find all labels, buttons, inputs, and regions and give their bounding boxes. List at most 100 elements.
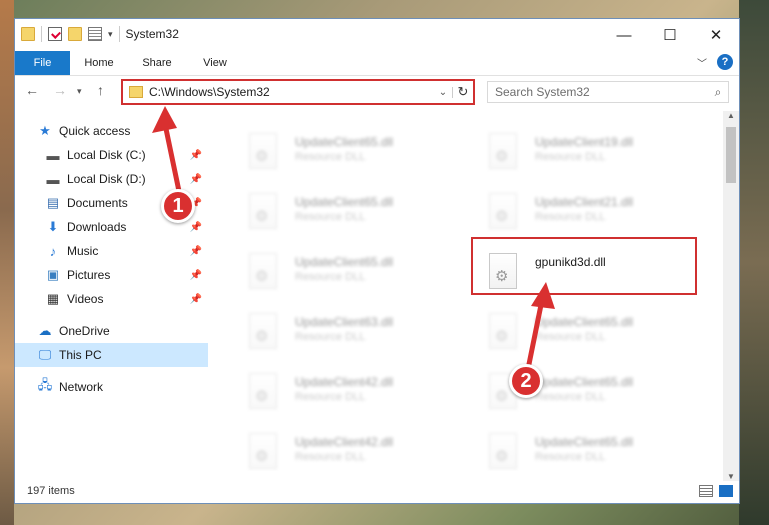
view-toggle (699, 485, 733, 497)
quick-access-toolbar: ▾ System32 (21, 26, 179, 42)
dll-file-icon (249, 433, 277, 469)
file-name: UpdateClient65.dll (295, 135, 394, 149)
search-box[interactable]: Search System32 ⌕ (487, 81, 729, 103)
file-item[interactable]: UpdateClient63.dll Resource DLL (237, 307, 457, 359)
folder-icon (21, 27, 35, 41)
window-controls: — ☐ ✕ (601, 19, 739, 51)
search-placeholder[interactable]: Search System32 (495, 85, 708, 99)
status-bar: 197 items (15, 479, 739, 503)
desktop-background-left (0, 0, 14, 525)
nav-item-music[interactable]: ♪ Music 📌 (45, 239, 208, 263)
dll-file-icon (489, 133, 517, 169)
nav-this-pc[interactable]: 🖵 This PC (15, 343, 208, 367)
scrollbar-thumb[interactable] (726, 127, 736, 183)
tab-file[interactable]: File (15, 51, 70, 75)
properties-icon[interactable] (48, 27, 62, 41)
pin-icon: 📌 (189, 269, 202, 281)
file-type: Resource DLL (295, 151, 366, 163)
nav-item-pictures[interactable]: ▣ Pictures 📌 (45, 263, 208, 287)
file-type: Resource DLL (535, 331, 606, 343)
tab-share[interactable]: Share (127, 51, 187, 75)
expand-ribbon-chevron-icon[interactable]: ﹀ (697, 55, 707, 70)
file-type: Resource DLL (535, 211, 606, 223)
forward-arrow-icon[interactable]: → (53, 82, 67, 98)
file-item[interactable]: UpdateClient65.dll Resource DLL (237, 127, 457, 179)
tab-view[interactable]: View (187, 51, 243, 75)
file-explorer-window: ▾ System32 — ☐ ✕ File Home Share View ﹀ … (14, 18, 740, 504)
customize-toolbar-chevron-icon[interactable]: ▾ (108, 29, 113, 40)
nav-onedrive[interactable]: ☁ OneDrive (37, 319, 208, 343)
refresh-icon[interactable]: ↻ (453, 84, 473, 100)
file-type: Resource DLL (295, 391, 366, 403)
up-arrow-icon[interactable]: ↑ (97, 82, 104, 98)
file-type: Resource DLL (295, 331, 366, 343)
file-name: UpdateClient65.dll (535, 435, 634, 449)
dll-file-icon (489, 433, 517, 469)
file-item[interactable]: UpdateClient65.dll Resource DLL (477, 307, 697, 359)
nav-item-videos[interactable]: ▦ Videos 📌 (45, 287, 208, 311)
nav-item-label: Videos (67, 292, 104, 306)
dll-file-icon (489, 193, 517, 229)
nav-item-local-disk-d[interactable]: ▬ Local Disk (D:) 📌 (45, 167, 208, 191)
address-history-chevron-icon[interactable]: ⌄ (434, 86, 453, 98)
address-path[interactable]: C:\Windows\System32 (149, 85, 434, 99)
videos-icon: ▦ (46, 291, 60, 306)
navigation-pane: ★ Quick access ▬ Local Disk (C:) 📌 ▬ Loc… (15, 111, 211, 471)
nav-item-label: Music (67, 244, 99, 258)
file-type: Resource DLL (295, 271, 366, 283)
address-bar[interactable]: C:\Windows\System32 ⌄ ↻ (121, 79, 475, 105)
file-type: Resource DLL (295, 211, 366, 223)
nav-quick-access[interactable]: ★ Quick access (37, 119, 208, 143)
scroll-up-icon[interactable]: ▲ (723, 111, 739, 120)
pin-icon: 📌 (189, 293, 202, 305)
back-arrow-icon[interactable]: ← (25, 82, 39, 98)
downloads-icon: ⬇ (47, 219, 59, 234)
computer-icon: 🖵 (38, 347, 52, 362)
vertical-scrollbar[interactable]: ▲ ▼ (723, 111, 739, 481)
dll-file-icon (249, 253, 277, 289)
nav-item-local-disk-c[interactable]: ▬ Local Disk (C:) 📌 (45, 143, 208, 167)
file-name: UpdateClient63.dll (295, 315, 394, 329)
pin-icon: 📌 (189, 221, 202, 233)
pin-icon: 📌 (189, 173, 202, 185)
view-icon[interactable] (88, 27, 102, 41)
nav-item-label: This PC (59, 348, 102, 362)
tab-home[interactable]: Home (71, 51, 127, 75)
large-icons-view-icon[interactable] (719, 485, 733, 497)
file-item[interactable]: UpdateClient42.dll Resource DLL (237, 427, 457, 471)
close-button[interactable]: ✕ (693, 19, 739, 51)
recent-locations-chevron-icon[interactable]: ▾ (77, 86, 82, 97)
details-view-icon[interactable] (699, 485, 713, 497)
nav-network[interactable]: 🖧 Network (37, 375, 208, 399)
nav-item-label: Documents (67, 196, 128, 210)
new-folder-icon[interactable] (68, 27, 82, 41)
dll-file-icon (249, 193, 277, 229)
star-icon: ★ (39, 123, 51, 138)
pictures-icon: ▣ (46, 267, 60, 282)
drive-icon: ▬ (46, 171, 60, 187)
file-item[interactable]: UpdateClient21.dll Resource DLL (477, 187, 697, 239)
file-type: Resource DLL (535, 451, 606, 463)
window-title: System32 (125, 27, 179, 41)
item-count: 197 items (27, 485, 75, 497)
file-item[interactable]: UpdateClient42.dll Resource DLL (237, 367, 457, 419)
drive-icon: ▬ (46, 147, 60, 163)
annotation-badge-2: 2 (509, 364, 543, 398)
file-name: UpdateClient65.dll (535, 315, 634, 329)
file-item[interactable]: UpdateClient65.dll Resource DLL (237, 247, 457, 299)
file-name: UpdateClient42.dll (295, 435, 394, 449)
maximize-button[interactable]: ☐ (647, 19, 693, 51)
file-name: UpdateClient21.dll (535, 195, 634, 209)
network-icon: 🖧 (37, 377, 53, 392)
search-icon[interactable]: ⌕ (708, 85, 728, 100)
ribbon-tabs: File Home Share View ﹀ ? (15, 51, 739, 76)
file-name: UpdateClient65.dll (535, 375, 634, 389)
help-icon[interactable]: ? (717, 54, 733, 70)
minimize-button[interactable]: — (601, 19, 647, 51)
nav-quick-access-label: Quick access (59, 124, 131, 138)
file-type: Resource DLL (535, 391, 606, 403)
dll-file-icon (249, 373, 277, 409)
file-item[interactable]: UpdateClient65.dll Resource DLL (237, 187, 457, 239)
file-item[interactable]: UpdateClient65.dll Resource DLL (477, 427, 697, 471)
file-item[interactable]: UpdateClient19.dll Resource DLL (477, 127, 697, 179)
